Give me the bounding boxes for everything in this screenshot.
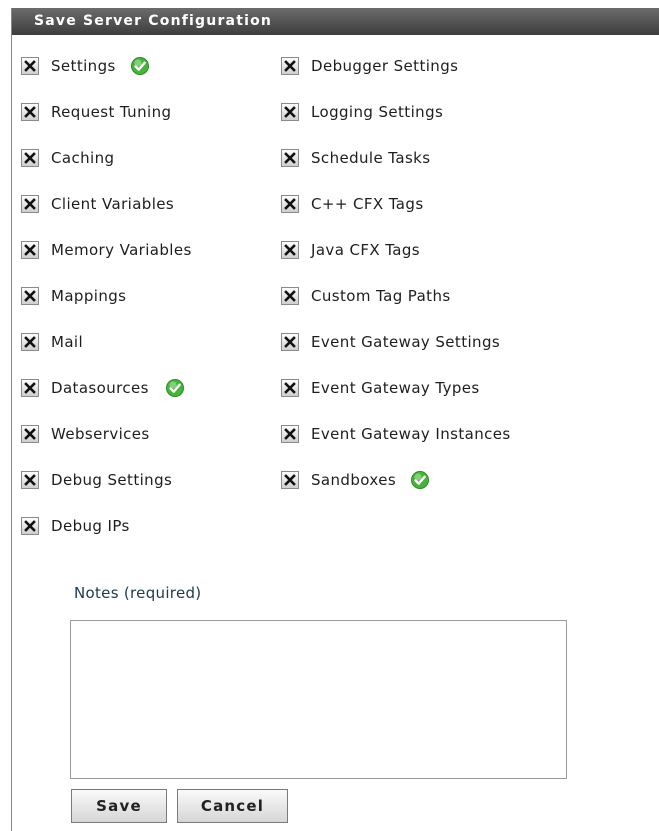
x-checkbox-icon	[24, 382, 36, 394]
option-datasources[interactable]: Datasources	[21, 377, 185, 399]
x-checkbox-icon	[284, 244, 296, 256]
option-event-gateway-types[interactable]: Event Gateway Types	[281, 377, 480, 399]
option-webservices[interactable]: Webservices	[21, 423, 150, 445]
option-label: Mappings	[51, 287, 127, 305]
option-java-cfx-tags[interactable]: Java CFX Tags	[281, 239, 420, 261]
option-label: Datasources	[51, 379, 149, 397]
checkbox-schedule-tasks[interactable]	[281, 149, 299, 167]
option-client-variables[interactable]: Client Variables	[21, 193, 174, 215]
checkbox-logging-settings[interactable]	[281, 103, 299, 121]
checkbox-event-gateway-settings[interactable]	[281, 333, 299, 351]
option-debugger-settings[interactable]: Debugger Settings	[281, 55, 458, 77]
checkbox-mappings[interactable]	[21, 287, 39, 305]
option-label: Webservices	[51, 425, 150, 443]
option-label: Java CFX Tags	[311, 241, 421, 259]
save-config-panel: Save Server Configuration Settings Reque…	[11, 8, 659, 831]
option-debug-ips[interactable]: Debug IPs	[21, 515, 130, 537]
save-button[interactable]: Save	[71, 789, 167, 823]
option-label: Sandboxes	[311, 471, 397, 489]
option-mail[interactable]: Mail	[21, 331, 83, 353]
option-event-gateway-settings[interactable]: Event Gateway Settings	[281, 331, 500, 353]
green-check-icon	[130, 56, 150, 76]
checkbox-request-tuning[interactable]	[21, 103, 39, 121]
x-checkbox-icon	[24, 106, 36, 118]
option-label: Debug IPs	[51, 517, 130, 535]
option-debug-settings[interactable]: Debug Settings	[21, 469, 172, 491]
option-sandboxes[interactable]: Sandboxes	[281, 469, 430, 491]
option-logging-settings[interactable]: Logging Settings	[281, 101, 443, 123]
option-label: Debug Settings	[51, 471, 173, 489]
x-checkbox-icon	[284, 198, 296, 210]
option-label: Memory Variables	[51, 241, 192, 259]
cancel-button[interactable]: Cancel	[177, 789, 288, 823]
x-checkbox-icon	[284, 382, 296, 394]
option-memory-variables[interactable]: Memory Variables	[21, 239, 192, 261]
x-checkbox-icon	[24, 198, 36, 210]
checkbox-mail[interactable]	[21, 333, 39, 351]
x-checkbox-icon	[284, 106, 296, 118]
checkbox-memory-variables[interactable]	[21, 241, 39, 259]
option-label: C++ CFX Tags	[311, 195, 424, 213]
checkbox-settings[interactable]	[21, 57, 39, 75]
x-checkbox-icon	[284, 152, 296, 164]
option-schedule-tasks[interactable]: Schedule Tasks	[281, 147, 430, 169]
option-custom-tag-paths[interactable]: Custom Tag Paths	[281, 285, 451, 307]
green-check-icon	[410, 470, 430, 490]
option-label: Logging Settings	[311, 103, 444, 121]
option-label: Custom Tag Paths	[311, 287, 451, 305]
checkbox-java-cfx-tags[interactable]	[281, 241, 299, 259]
x-checkbox-icon	[284, 428, 296, 440]
option-cpp-cfx-tags[interactable]: C++ CFX Tags	[281, 193, 424, 215]
checkbox-event-gateway-instances[interactable]	[281, 425, 299, 443]
option-label: Event Gateway Settings	[311, 333, 501, 351]
option-label: Event Gateway Types	[311, 379, 480, 397]
x-checkbox-icon	[24, 60, 36, 72]
checkbox-sandboxes[interactable]	[281, 471, 299, 489]
checkbox-client-variables[interactable]	[21, 195, 39, 213]
checkbox-debug-settings[interactable]	[21, 471, 39, 489]
option-settings[interactable]: Settings	[21, 55, 150, 77]
x-checkbox-icon	[24, 520, 36, 532]
checkbox-datasources[interactable]	[21, 379, 39, 397]
option-label: Settings	[51, 57, 116, 75]
checkbox-custom-tag-paths[interactable]	[281, 287, 299, 305]
option-mappings[interactable]: Mappings	[21, 285, 126, 307]
option-label: Caching	[51, 149, 115, 167]
x-checkbox-icon	[24, 428, 36, 440]
x-checkbox-icon	[24, 152, 36, 164]
checkbox-webservices[interactable]	[21, 425, 39, 443]
checkbox-debug-ips[interactable]	[21, 517, 39, 535]
option-label: Schedule Tasks	[311, 149, 431, 167]
checkbox-debugger-settings[interactable]	[281, 57, 299, 75]
x-checkbox-icon	[24, 290, 36, 302]
option-label: Mail	[51, 333, 84, 351]
x-checkbox-icon	[24, 336, 36, 348]
notes-label: Notes (required)	[74, 584, 202, 602]
option-label: Client Variables	[51, 195, 175, 213]
checkbox-event-gateway-types[interactable]	[281, 379, 299, 397]
option-caching[interactable]: Caching	[21, 147, 114, 169]
x-checkbox-icon	[24, 474, 36, 486]
option-label: Request Tuning	[51, 103, 172, 121]
green-check-icon	[165, 378, 185, 398]
checkbox-caching[interactable]	[21, 149, 39, 167]
x-checkbox-icon	[24, 244, 36, 256]
x-checkbox-icon	[284, 60, 296, 72]
dialog-title: Save Server Configuration	[12, 8, 659, 35]
option-event-gateway-instances[interactable]: Event Gateway Instances	[281, 423, 511, 445]
option-label: Event Gateway Instances	[311, 425, 511, 443]
option-label: Debugger Settings	[311, 57, 459, 75]
option-request-tuning[interactable]: Request Tuning	[21, 101, 171, 123]
x-checkbox-icon	[284, 290, 296, 302]
notes-textarea[interactable]	[70, 620, 567, 779]
x-checkbox-icon	[284, 336, 296, 348]
x-checkbox-icon	[284, 474, 296, 486]
checkbox-cpp-cfx-tags[interactable]	[281, 195, 299, 213]
